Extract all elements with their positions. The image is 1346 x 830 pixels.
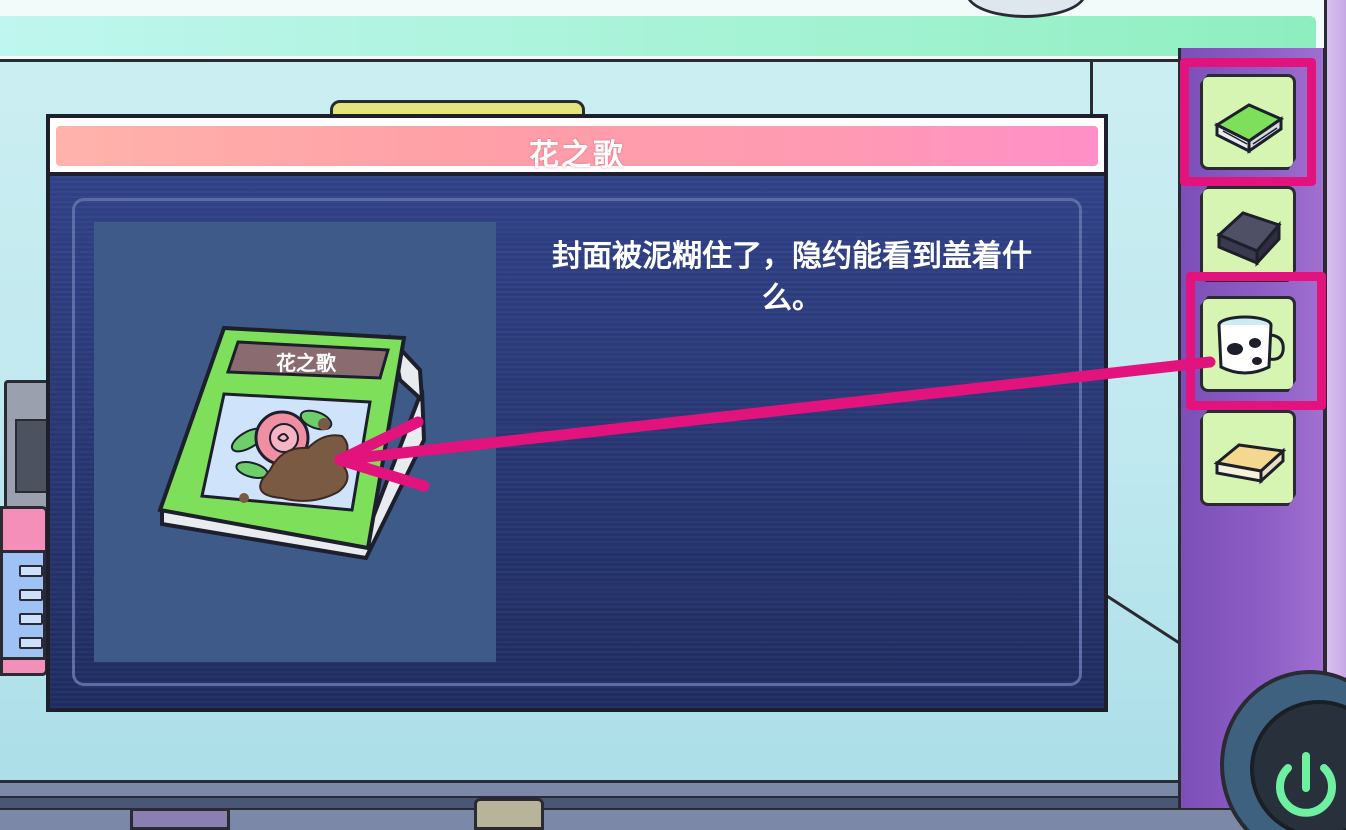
slot-highlight-1 — [1180, 58, 1316, 186]
bottom-handle — [474, 798, 544, 830]
modal-title: 花之歌 — [529, 138, 625, 173]
power-icon — [1276, 752, 1336, 817]
modal-header: 花之歌 — [50, 118, 1104, 176]
keypad-prop — [0, 550, 46, 660]
item-description: 封面被泥糊住了，隐约能看到盖着什么。 — [552, 239, 1032, 316]
bottom-prop — [130, 808, 230, 830]
item-detail-modal: 花之歌 花之歌 封面被泥糊住了，隐约能看到盖着什么。 — [46, 114, 1108, 712]
sponge-icon — [1213, 443, 1287, 485]
slot-highlight-3 — [1186, 272, 1326, 410]
monitor-prop — [4, 380, 52, 510]
muddy-flower-book-illustration: 花之歌 — [157, 325, 427, 561]
item-preview: 花之歌 — [94, 222, 496, 662]
inventory-slot-4[interactable] — [1200, 410, 1296, 506]
wall-edge — [1090, 62, 1093, 122]
dark-box-icon — [1216, 211, 1282, 267]
inventory-slot-2[interactable] — [1200, 186, 1296, 282]
top-counter-strip — [0, 0, 1330, 62]
book-cover-title: 花之歌 — [276, 351, 337, 375]
